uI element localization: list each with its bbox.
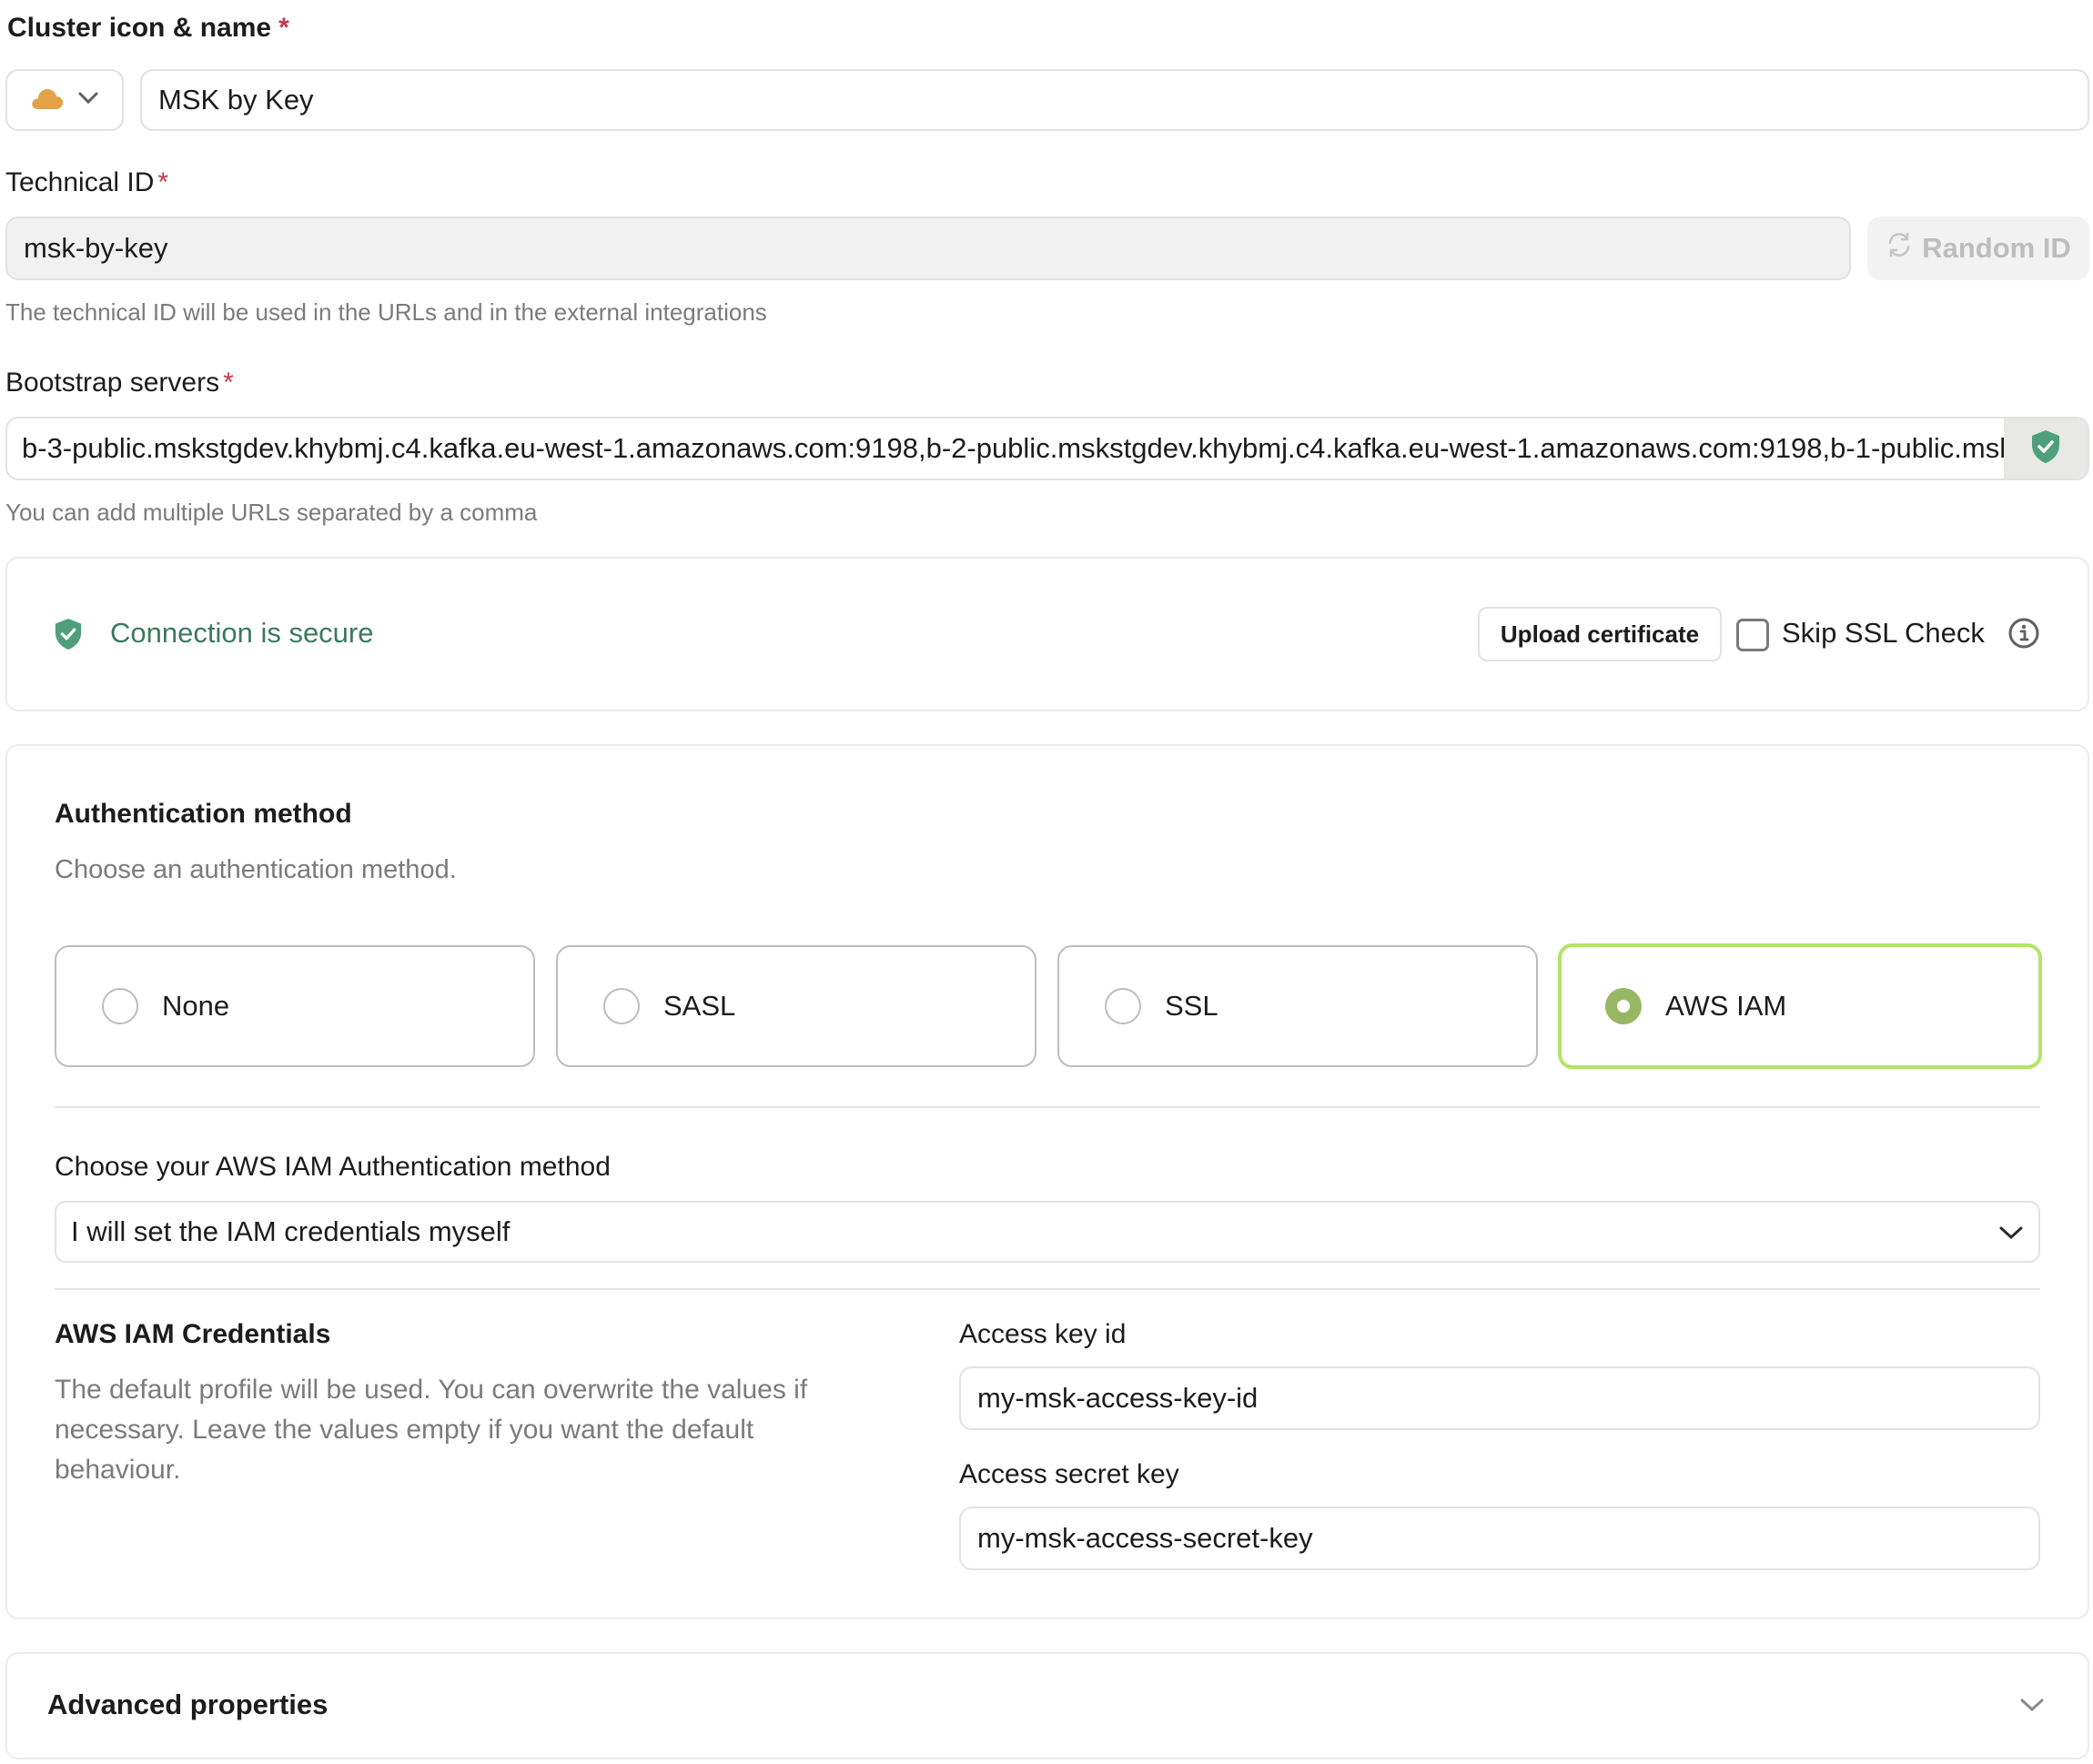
iam-method-label: Choose your AWS IAM Authentication metho…	[55, 1152, 611, 1182]
divider	[55, 1106, 2040, 1108]
auth-option-sasl[interactable]: SASL	[556, 945, 1036, 1067]
connection-status-addon	[2004, 418, 2088, 479]
connection-status-text: Connection is secure	[110, 617, 374, 649]
auth-option-label: SASL	[663, 990, 736, 1022]
refresh-icon	[1886, 231, 1913, 266]
cluster-name-label-text: Cluster icon & name	[7, 13, 272, 43]
radio-ssl[interactable]	[1105, 988, 1141, 1024]
auth-method-subtitle: Choose an authentication method.	[55, 855, 457, 884]
iam-credentials-description: The default profile will be used. You ca…	[55, 1375, 808, 1485]
cluster-icon-picker[interactable]	[5, 69, 124, 131]
advanced-properties-title: Advanced properties	[47, 1688, 329, 1720]
cluster-name-label: Cluster icon & name *	[7, 13, 289, 44]
access-key-label: Access key id	[959, 1319, 1127, 1349]
random-id-label: Random ID	[1922, 232, 2071, 264]
chevron-down-icon	[77, 91, 99, 110]
upload-certificate-label: Upload certificate	[1500, 620, 1700, 648]
bootstrap-servers-help: You can add multiple URLs separated by a…	[5, 499, 538, 526]
skip-ssl-label: Skip SSL Check	[1782, 617, 1985, 649]
bootstrap-servers-label-text: Bootstrap servers	[5, 368, 220, 398]
auth-option-ssl[interactable]: SSL	[1057, 945, 1538, 1067]
auth-method-title: Authentication method	[55, 799, 352, 829]
bootstrap-servers-label: Bootstrap servers *	[5, 368, 234, 398]
access-key-value: my-msk-access-key-id	[977, 1382, 1259, 1414]
skip-ssl-checkbox[interactable]	[1736, 619, 1769, 651]
secret-key-label: Access secret key	[959, 1459, 1179, 1489]
cluster-name-value: MSK by Key	[158, 84, 314, 116]
radio-sasl[interactable]	[603, 988, 640, 1024]
divider	[55, 1288, 2040, 1290]
chevron-down-icon	[1998, 1215, 2024, 1248]
cloud-icon	[30, 86, 65, 115]
bootstrap-servers-value: b-3-public.mskstgdev.khybmj.c4.kafka.eu-…	[22, 432, 2004, 464]
auth-option-aws-iam[interactable]: AWS IAM	[1558, 943, 2042, 1069]
required-mark: *	[223, 368, 234, 398]
technical-id-label: Technical ID *	[5, 167, 168, 198]
random-id-button[interactable]: Random ID	[1867, 217, 2089, 280]
technical-id-label-text: Technical ID	[5, 167, 155, 197]
bootstrap-servers-field[interactable]: b-3-public.mskstgdev.khybmj.c4.kafka.eu-…	[5, 417, 2089, 480]
required-mark: *	[157, 167, 169, 197]
auth-option-none[interactable]: None	[55, 945, 535, 1067]
secret-key-value: my-msk-access-secret-key	[977, 1522, 1313, 1554]
cluster-name-input[interactable]: MSK by Key	[140, 69, 2089, 131]
auth-option-label: None	[162, 990, 230, 1022]
access-key-input[interactable]: my-msk-access-key-id	[959, 1366, 2040, 1430]
required-mark: *	[278, 13, 289, 43]
bootstrap-servers-input[interactable]: b-3-public.mskstgdev.khybmj.c4.kafka.eu-…	[7, 418, 2004, 479]
technical-id-input[interactable]: msk-by-key	[5, 217, 1851, 280]
upload-certificate-button[interactable]: Upload certificate	[1478, 607, 1722, 661]
iam-method-select[interactable]: I will set the IAM credentials myself	[55, 1201, 2040, 1263]
secret-key-input[interactable]: my-msk-access-secret-key	[959, 1507, 2040, 1570]
iam-method-value: I will set the IAM credentials myself	[71, 1215, 511, 1247]
shield-check-icon	[53, 617, 84, 656]
iam-credentials-title: AWS IAM Credentials	[55, 1319, 331, 1349]
shield-check-icon	[2029, 428, 2062, 469]
auth-option-label: AWS IAM	[1665, 990, 1787, 1022]
radio-none[interactable]	[102, 988, 138, 1024]
technical-id-value: msk-by-key	[24, 232, 168, 264]
technical-id-help: The technical ID will be used in the URL…	[5, 298, 767, 326]
chevron-down-icon[interactable]	[2018, 1696, 2046, 1719]
auth-option-label: SSL	[1165, 990, 1218, 1022]
info-icon[interactable]	[2007, 617, 2040, 654]
radio-aws-iam[interactable]	[1605, 988, 1642, 1024]
